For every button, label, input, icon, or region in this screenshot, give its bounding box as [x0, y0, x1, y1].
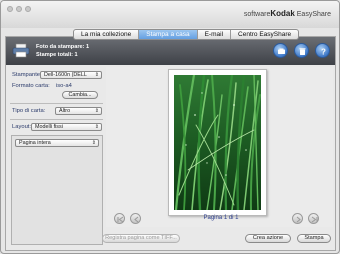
next-page-button[interactable]	[292, 213, 303, 224]
printer-icon	[12, 43, 30, 58]
tab-print-at-home[interactable]: Stampa a casa	[139, 30, 198, 39]
brand-suffix: EasyShare	[294, 11, 331, 18]
select-arrows-icon: ⇕	[94, 108, 99, 114]
print-preview	[106, 67, 333, 227]
total-prints: Stampe totali: 1	[36, 52, 78, 58]
prev-page-button[interactable]	[130, 213, 141, 224]
print-summary: Foto da stampare: 1 Stampe totali: 1	[36, 43, 89, 59]
last-page-button[interactable]	[308, 213, 319, 224]
tab-easyshare-center[interactable]: Centro EasyShare	[231, 30, 298, 39]
first-page-icon	[117, 216, 124, 223]
next-page-icon	[296, 216, 301, 223]
page-preview	[168, 69, 267, 216]
brand-logo: softwareKodak EasyShare	[244, 9, 331, 18]
print-button[interactable]: Stampa	[297, 234, 331, 243]
remove-button[interactable]	[294, 43, 309, 58]
rotate-icon	[278, 48, 285, 54]
layout-option-value: Pagina intera	[19, 140, 51, 146]
minimize-window-button[interactable]	[16, 6, 22, 12]
paper-format-label: Formato carta:	[12, 83, 50, 89]
layout-label: Layout:	[12, 124, 32, 130]
divider	[10, 119, 103, 120]
info-bar: Foto da stampare: 1 Stampe totali: 1 ?	[6, 37, 335, 65]
paper-type-label: Tipo di carta:	[12, 108, 46, 114]
main-tabs: La mia collezione Stampa a casa E-mail C…	[73, 29, 300, 40]
layout-options-box: Pagina intera ⇕	[11, 135, 103, 245]
tab-email[interactable]: E-mail	[198, 30, 232, 39]
select-arrows-icon: ⇕	[94, 124, 99, 130]
grass-photo	[174, 75, 261, 210]
first-page-button[interactable]	[114, 213, 125, 224]
layout-select[interactable]: Modelli fissi ⇕	[31, 123, 102, 131]
printer-label: Stampante:	[12, 72, 42, 78]
tab-my-collection[interactable]: La mia collezione	[74, 30, 140, 39]
zoom-window-button[interactable]	[25, 6, 31, 12]
help-button[interactable]: ?	[315, 43, 330, 58]
main-panel: Foto da stampare: 1 Stampe totali: 1 ? S…	[5, 36, 336, 251]
trash-icon	[299, 48, 306, 55]
paper-type-select[interactable]: Altro ⇕	[55, 107, 102, 115]
help-icon: ?	[321, 48, 326, 57]
paper-type-value: Altro	[59, 108, 71, 114]
brand-prefix: software	[243, 11, 271, 18]
svg-text:?: ?	[321, 48, 326, 57]
paper-format-value: iso-a4	[56, 83, 72, 89]
layout-option-select[interactable]: Pagina intera ⇕	[15, 139, 99, 147]
app-window: softwareKodak EasyShare Foto da stampare…	[0, 0, 340, 254]
layout-value: Modelli fissi	[35, 124, 63, 130]
close-window-button[interactable]	[7, 6, 13, 12]
page-indicator: Pagina 1 di 1	[203, 215, 239, 221]
photo-thumbnail[interactable]	[174, 75, 261, 210]
print-settings-panel: Stampante: Dell-1600n (DELL ⇕ Formato car…	[10, 67, 103, 247]
create-action-button[interactable]: Crea azione	[245, 234, 291, 243]
photos-to-print: Foto da stampare: 1	[36, 44, 90, 50]
select-arrows-icon: ⇕	[91, 140, 96, 146]
change-paper-button[interactable]: Cambia...	[62, 91, 98, 99]
rotate-button[interactable]	[273, 43, 288, 58]
last-page-icon	[311, 216, 318, 223]
brand-name: Kodak	[270, 9, 295, 18]
select-arrows-icon: ⇕	[94, 72, 99, 78]
printer-value: Dell-1600n (DELL	[44, 72, 87, 78]
prev-page-icon	[134, 216, 139, 223]
printer-select[interactable]: Dell-1600n (DELL ⇕	[40, 71, 102, 79]
save-as-tiff-button[interactable]: Registra pagina come TIFF...	[102, 234, 180, 243]
title-bar: softwareKodak EasyShare	[1, 1, 339, 28]
divider	[10, 103, 103, 104]
